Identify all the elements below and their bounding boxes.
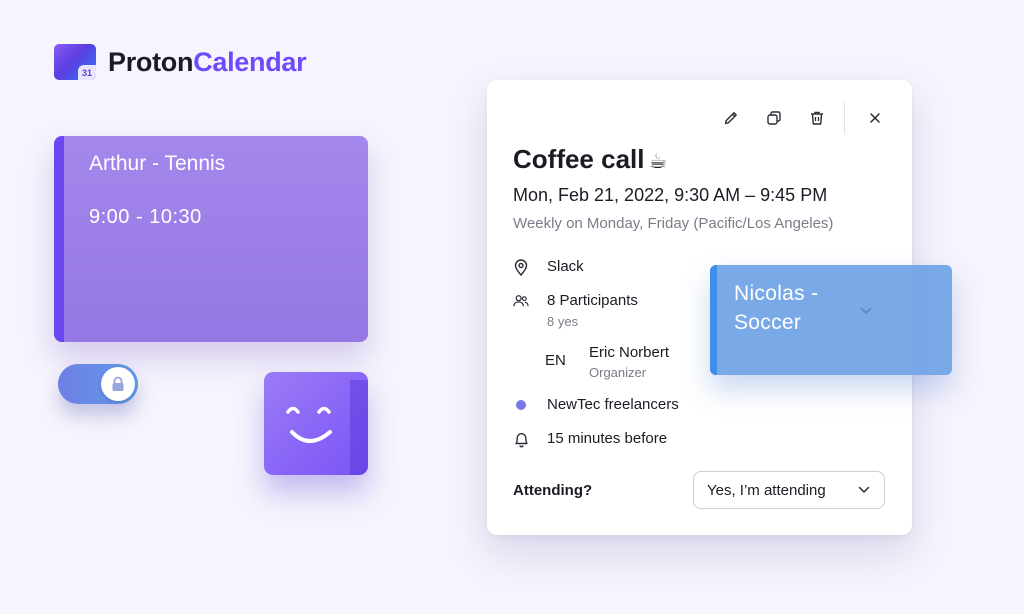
smiley-face-icon xyxy=(286,406,332,443)
lock-toggle[interactable] xyxy=(58,364,138,404)
logo-product: Calendar xyxy=(193,46,307,77)
participants-icon xyxy=(513,292,529,310)
event-card-arthur-tennis[interactable]: Arthur - Tennis 9:00 - 10:30 xyxy=(54,136,368,342)
event-location-row: Slack xyxy=(513,258,584,276)
delete-button[interactable] xyxy=(800,103,834,133)
event-title: Arthur - Tennis xyxy=(89,152,226,175)
event-participants-row[interactable]: 8 Participants 8 yes xyxy=(513,292,638,331)
duplicate-icon xyxy=(767,111,781,125)
lock-icon xyxy=(112,376,124,391)
duplicate-button[interactable] xyxy=(757,103,791,133)
event-color-bar xyxy=(54,136,64,342)
event-calendar-name: NewTec freelancers xyxy=(547,396,679,413)
event-time: 9:00 - 10:30 xyxy=(89,206,202,228)
toggle-knob[interactable] xyxy=(101,367,135,401)
organizer-row[interactable]: EN Eric Norbert Organizer xyxy=(545,344,669,382)
event-color-bar xyxy=(710,265,717,375)
chevron-down-icon xyxy=(858,486,870,493)
event-title: Coffee call ☕ xyxy=(513,144,667,175)
event-datetime: Mon, Feb 21, 2022, 9:30 AM – 9:45 PM xyxy=(513,185,828,205)
delete-icon xyxy=(811,111,823,125)
logo-day-number: 31 xyxy=(78,65,96,80)
close-button[interactable] xyxy=(858,103,892,133)
organizer-role: Organizer xyxy=(589,365,647,380)
popover-actions xyxy=(705,102,892,134)
calendar-color-icon xyxy=(513,396,529,414)
event-title-text: Coffee call xyxy=(513,144,645,174)
edit-button[interactable] xyxy=(714,103,748,133)
event-recurrence: Weekly on Monday, Friday (Pacific/Los An… xyxy=(513,215,834,232)
app-logo: 31 ProtonCalendar xyxy=(54,44,307,80)
event-card-nicolas-soccer[interactable]: Nicolas - Soccer xyxy=(710,265,952,375)
attending-select[interactable]: Yes, I’m attending xyxy=(693,471,885,509)
attending-label: Attending? xyxy=(513,482,593,499)
event-reminder: 15 minutes before xyxy=(547,430,668,447)
organizer-initials: EN xyxy=(545,352,566,369)
event-reminder-row: 15 minutes before xyxy=(513,430,667,448)
edit-icon xyxy=(724,112,737,125)
logo-brand: Proton xyxy=(108,46,194,77)
event-calendar-row: NewTec freelancers xyxy=(513,396,679,414)
attending-select-value: Yes, I’m attending xyxy=(707,481,826,499)
participants-summary: 8 yes xyxy=(547,314,579,329)
actions-divider xyxy=(844,102,845,134)
coffee-emoji: ☕ xyxy=(648,150,668,173)
organizer-name: Eric Norbert xyxy=(589,344,670,361)
location-pin-icon xyxy=(513,258,529,276)
participants-count: 8 Participants xyxy=(547,292,638,309)
calendar-logo-icon: 31 xyxy=(54,44,96,80)
logo-wordmark: ProtonCalendar xyxy=(108,46,307,78)
event-title: Nicolas - Soccer xyxy=(734,282,819,334)
bell-icon xyxy=(513,430,529,448)
close-icon xyxy=(870,113,880,123)
event-location: Slack xyxy=(547,258,584,275)
smiley-tile xyxy=(264,372,368,475)
chevron-down-icon xyxy=(860,307,872,315)
